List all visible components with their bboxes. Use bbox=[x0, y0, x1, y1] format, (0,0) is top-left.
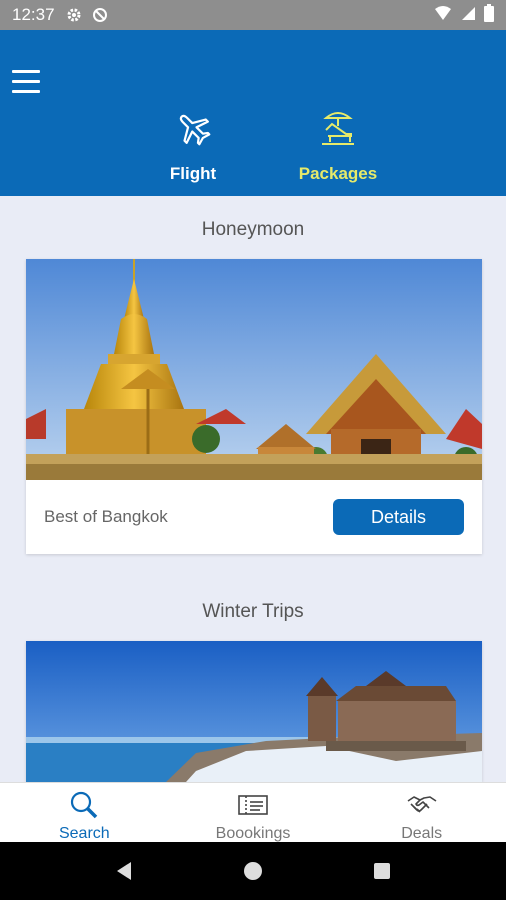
home-icon[interactable] bbox=[233, 851, 273, 891]
package-card[interactable] bbox=[26, 641, 482, 782]
app-header: Flight Packages bbox=[0, 30, 506, 196]
system-navigation-bar bbox=[0, 842, 506, 900]
nav-bookings-label: Boookings bbox=[215, 825, 291, 842]
cell-signal-icon bbox=[460, 5, 476, 26]
status-time: 12:37 bbox=[12, 5, 55, 24]
bottom-navigation: Search Boookings Deals bbox=[0, 782, 506, 842]
settings-gear-icon bbox=[65, 6, 83, 24]
data-saver-icon bbox=[91, 6, 109, 24]
nav-bookings[interactable]: Boookings bbox=[169, 783, 338, 842]
airplane-icon bbox=[133, 108, 253, 148]
nav-deals-label: Deals bbox=[401, 825, 443, 842]
recents-icon[interactable] bbox=[362, 851, 402, 891]
section-title-honeymoon: Honeymoon bbox=[201, 219, 305, 240]
package-name: Best of Bangkok bbox=[44, 507, 168, 526]
ticket-icon bbox=[169, 789, 338, 821]
nav-search-label: Search bbox=[58, 825, 110, 842]
package-card[interactable]: Best of Bangkok Details bbox=[26, 259, 482, 554]
beach-chair-icon bbox=[278, 108, 398, 148]
tab-flight-label: Flight bbox=[169, 164, 217, 183]
details-button[interactable]: Details bbox=[333, 499, 464, 535]
section-title-winter-trips: Winter Trips bbox=[202, 601, 304, 622]
status-bar: 12:37 bbox=[0, 0, 506, 30]
nav-deals[interactable]: Deals bbox=[337, 783, 506, 842]
tab-packages-label: Packages bbox=[298, 164, 378, 183]
search-icon bbox=[0, 789, 169, 821]
nav-search[interactable]: Search bbox=[0, 783, 169, 842]
back-icon[interactable] bbox=[104, 851, 144, 891]
wifi-icon bbox=[434, 5, 452, 26]
temple-image bbox=[26, 259, 482, 480]
card-footer: Best of Bangkok Details bbox=[26, 480, 482, 554]
tab-packages[interactable]: Packages bbox=[278, 108, 398, 184]
battery-icon bbox=[484, 3, 494, 27]
hamburger-menu-icon[interactable] bbox=[12, 70, 40, 94]
handshake-icon bbox=[337, 789, 506, 821]
tab-flight[interactable]: Flight bbox=[133, 108, 253, 184]
winter-monastery-image bbox=[26, 641, 482, 782]
